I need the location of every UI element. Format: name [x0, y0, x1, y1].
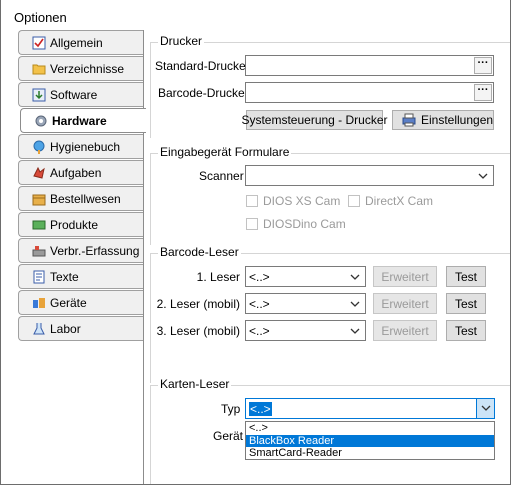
- typ-dropdown-button[interactable]: [476, 399, 494, 418]
- typ-dropdown-list: <..> BlackBox Reader SmartCard-Reader: [245, 421, 495, 460]
- barcode-leser-group-title: Barcode-Leser: [158, 245, 241, 259]
- software-install-icon: [31, 87, 46, 102]
- folder-icon: [31, 61, 46, 76]
- printer-settings-icon: [401, 113, 417, 127]
- typ-label: Typ: [221, 402, 241, 416]
- scanner-select[interactable]: [245, 165, 494, 186]
- chevron-down-icon: [350, 301, 360, 307]
- products-icon: [31, 217, 46, 232]
- tab-labor[interactable]: Labor: [18, 316, 144, 341]
- tab-hardware[interactable]: Hardware: [20, 108, 146, 133]
- eingabegeraet-group-title: Eingabegerät Formulare: [158, 145, 292, 159]
- tab-label: Bestellwesen: [50, 191, 121, 206]
- barcode-leser-3-erweitert-button[interactable]: Erweitert: [373, 320, 437, 341]
- tab-bestellwesen[interactable]: Bestellwesen: [18, 186, 144, 211]
- tab-label: Labor: [50, 321, 81, 336]
- barcode-drucker-browse-button[interactable]: ···: [474, 84, 492, 101]
- document-icon: [31, 269, 46, 284]
- standard-drucker-browse-button[interactable]: ···: [474, 57, 492, 74]
- tab-label: Verzeichnisse: [50, 61, 125, 76]
- diosdino-cam-checkbox[interactable]: DIOSDino Cam: [246, 217, 346, 231]
- scanner-label: Scanner: [199, 169, 244, 183]
- barcode-leser-3-test-button[interactable]: Test: [446, 320, 486, 341]
- dropdown-option-empty[interactable]: <..>: [246, 422, 494, 435]
- tab-software[interactable]: Software: [18, 82, 144, 107]
- hardware-panel: Drucker Standard-Drucker ··· Barcode-Dru…: [144, 30, 511, 485]
- standard-drucker-field[interactable]: ···: [245, 55, 494, 76]
- barcode-leser-3-select[interactable]: <..>: [245, 320, 366, 341]
- tab-label: Produkte: [50, 217, 99, 232]
- tab-label: Hygienebuch: [50, 139, 121, 154]
- barcode-drucker-label: Barcode-Drucker: [158, 86, 249, 100]
- chevron-down-icon: [478, 173, 488, 179]
- tasks-icon: [31, 165, 46, 180]
- barcode-leser-2-erweitert-button[interactable]: Erweitert: [373, 293, 437, 314]
- tab-verbr-erfassung[interactable]: Verbr.-Erfassung: [18, 238, 144, 263]
- directx-cam-checkbox[interactable]: DirectX Cam: [348, 194, 433, 208]
- tab-label: Allgemein: [50, 35, 103, 50]
- tab-aufgaben[interactable]: Aufgaben: [18, 160, 144, 185]
- einstellungen-label: Einstellungen: [421, 113, 494, 127]
- tab-hygienebuch[interactable]: Hygienebuch: [18, 134, 144, 159]
- chevron-down-icon: [481, 405, 491, 411]
- consumption-icon: [31, 243, 46, 258]
- dropdown-option-smartcard-reader[interactable]: SmartCard-Reader: [246, 447, 494, 460]
- tab-texte[interactable]: Texte: [18, 264, 144, 289]
- tab-label: Software: [50, 87, 98, 102]
- tab-label: Geräte: [50, 295, 87, 310]
- einstellungen-button[interactable]: Einstellungen: [392, 110, 494, 130]
- karten-leser-group-title: Karten-Leser: [158, 377, 232, 391]
- dropdown-option-blackbox-reader[interactable]: BlackBox Reader: [246, 434, 494, 447]
- tab-label: Texte: [50, 269, 79, 284]
- chevron-down-icon: [350, 274, 360, 280]
- geraet-label: Gerät: [213, 429, 244, 443]
- chevron-down-icon: [350, 328, 360, 334]
- tab-allgemein[interactable]: Allgemein: [18, 30, 144, 55]
- devices-icon: [31, 295, 46, 310]
- dios-xs-cam-checkbox[interactable]: DIOS XS Cam: [246, 194, 340, 208]
- barcode-leser-3-label: 3. Leser (mobil): [156, 324, 240, 338]
- tab-geräte[interactable]: Geräte: [18, 290, 144, 315]
- barcode-leser-1-test-button[interactable]: Test: [446, 266, 486, 287]
- systemsteuerung-drucker-button[interactable]: Systemsteuerung - Drucker: [241, 110, 388, 130]
- gear-icon: [33, 113, 48, 128]
- standard-drucker-label: Standard-Drucker: [155, 59, 250, 73]
- barcode-leser-2-select[interactable]: <..>: [245, 293, 366, 314]
- tab-label: Aufgaben: [50, 165, 102, 180]
- tab-label: Hardware: [52, 113, 107, 128]
- barcode-leser-2-test-button[interactable]: Test: [446, 293, 486, 314]
- barcode-leser-1-select[interactable]: <..>: [245, 266, 366, 287]
- tab-verzeichnisse[interactable]: Verzeichnisse: [18, 56, 144, 81]
- barcode-leser-2-label: 2. Leser (mobil): [156, 297, 240, 311]
- typ-select[interactable]: <..>: [245, 398, 495, 419]
- tab-label: Verbr.-Erfassung: [50, 243, 140, 258]
- barcode-leser-1-erweitert-button[interactable]: Erweitert: [373, 266, 437, 287]
- hygiene-icon: [31, 139, 46, 154]
- lab-icon: [31, 321, 46, 336]
- barcode-drucker-field[interactable]: ···: [245, 82, 494, 103]
- drucker-group-title: Drucker: [158, 34, 205, 48]
- checklist-icon: [31, 35, 46, 50]
- tab-produkte[interactable]: Produkte: [18, 212, 144, 237]
- barcode-leser-1-label: 1. Leser: [196, 270, 240, 284]
- order-box-icon: [31, 191, 46, 206]
